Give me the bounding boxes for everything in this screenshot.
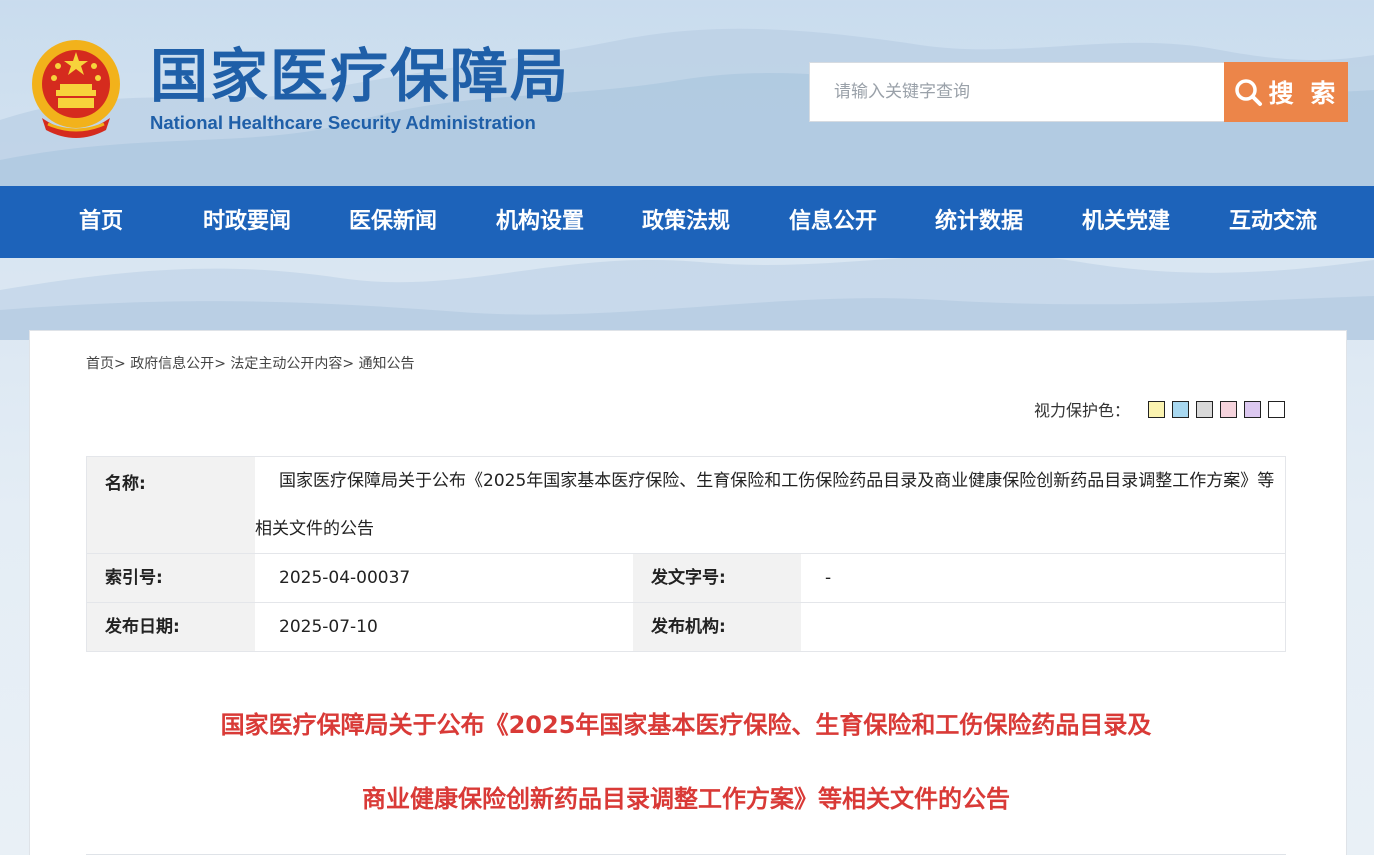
nav-item-information-disclosure[interactable]: 信息公开 bbox=[789, 186, 877, 258]
info-row-name: 名称: 国家医疗保障局关于公布《2025年国家基本医疗保险、生育保险和工伤保险药… bbox=[87, 457, 1285, 554]
breadcrumb-separator: > bbox=[214, 356, 226, 372]
breadcrumb-separator: > bbox=[342, 356, 355, 372]
nav-item-interaction[interactable]: 互动交流 bbox=[1229, 186, 1317, 258]
index-value: 2025-04-00037 bbox=[279, 568, 411, 588]
info-row-date: 发布日期: 2025-07-10 发布机构: bbox=[87, 603, 1285, 652]
breadcrumb-item-statutory-content[interactable]: 法定主动公开内容 bbox=[230, 356, 342, 372]
breadcrumb-item-notices[interactable]: 通知公告 bbox=[359, 356, 415, 372]
publisher-value bbox=[801, 603, 1285, 651]
publish-date-value: 2025-07-10 bbox=[279, 617, 378, 637]
document-title: 国家医疗保障局关于公布《2025年国家基本医疗保险、生育保险和工伤保险药品目录及… bbox=[86, 688, 1286, 836]
info-row-index: 索引号: 2025-04-00037 发文字号: - bbox=[87, 554, 1285, 603]
eye-color-purple[interactable] bbox=[1244, 400, 1262, 418]
publisher-label: 发布机构: bbox=[633, 603, 801, 651]
nav-item-home[interactable]: 首页 bbox=[79, 186, 123, 258]
breadcrumb: 首页> 政府信息公开> 法定主动公开内容> 通知公告 bbox=[86, 353, 415, 373]
search-input[interactable]: 请输入关键字查询 bbox=[809, 62, 1225, 122]
search-button-label: 搜 索 bbox=[1268, 79, 1340, 108]
doc-number-value: - bbox=[825, 568, 832, 588]
site-title-en[interactable]: National Healthcare Security Administrat… bbox=[150, 112, 536, 134]
breadcrumb-separator: > bbox=[114, 356, 126, 372]
document-title-line-2: 商业健康保险创新药品目录调整工作方案》等相关文件的公告 bbox=[362, 785, 1010, 813]
document-info-table: 名称: 国家医疗保障局关于公布《2025年国家基本医疗保险、生育保险和工伤保险药… bbox=[86, 456, 1286, 652]
article-container: 首页> 政府信息公开> 法定主动公开内容> 通知公告 视力保护色： 名称: 国家… bbox=[29, 330, 1347, 855]
search-icon bbox=[1234, 79, 1262, 106]
eye-color-pink[interactable] bbox=[1220, 400, 1238, 418]
name-value: 国家医疗保障局关于公布《2025年国家基本医疗保险、生育保险和工伤保险药品目录及… bbox=[255, 471, 1275, 539]
search-button[interactable]: 搜 索 bbox=[1224, 62, 1348, 122]
eye-color-blue[interactable] bbox=[1172, 400, 1190, 418]
national-emblem-icon[interactable] bbox=[28, 38, 124, 140]
eye-color-yellow[interactable] bbox=[1148, 400, 1166, 418]
index-label: 索引号: bbox=[87, 554, 255, 602]
doc-number-label: 发文字号: bbox=[633, 554, 801, 602]
main-nav: 首页 时政要闻 医保新闻 机构设置 政策法规 信息公开 统计数据 机关党建 互动… bbox=[0, 186, 1374, 258]
eye-color-gray[interactable] bbox=[1196, 400, 1214, 418]
eye-color-white[interactable] bbox=[1268, 400, 1286, 418]
breadcrumb-item-gov-info[interactable]: 政府信息公开 bbox=[130, 356, 214, 372]
document-title-line-1: 国家医疗保障局关于公布《2025年国家基本医疗保险、生育保险和工伤保险药品目录及 bbox=[220, 711, 1152, 739]
nav-item-statistics[interactable]: 统计数据 bbox=[935, 186, 1023, 258]
breadcrumb-item-home[interactable]: 首页 bbox=[86, 356, 114, 372]
name-label: 名称: bbox=[87, 457, 255, 553]
nav-item-organization[interactable]: 机构设置 bbox=[496, 186, 584, 258]
nav-item-policies[interactable]: 政策法规 bbox=[642, 186, 730, 258]
site-header: 国家医疗保障局 National Healthcare Security Adm… bbox=[0, 0, 1374, 186]
nav-item-medical-insurance-news[interactable]: 医保新闻 bbox=[349, 186, 437, 258]
eye-care-label: 视力保护色： bbox=[1034, 401, 1131, 420]
site-title-cn[interactable]: 国家医疗保障局 bbox=[150, 38, 570, 114]
nav-item-party-building[interactable]: 机关党建 bbox=[1082, 186, 1170, 258]
publish-date-label: 发布日期: bbox=[87, 603, 255, 651]
nav-item-political-news[interactable]: 时政要闻 bbox=[203, 186, 291, 258]
eye-care-colors: 视力保护色： bbox=[1034, 397, 1286, 421]
